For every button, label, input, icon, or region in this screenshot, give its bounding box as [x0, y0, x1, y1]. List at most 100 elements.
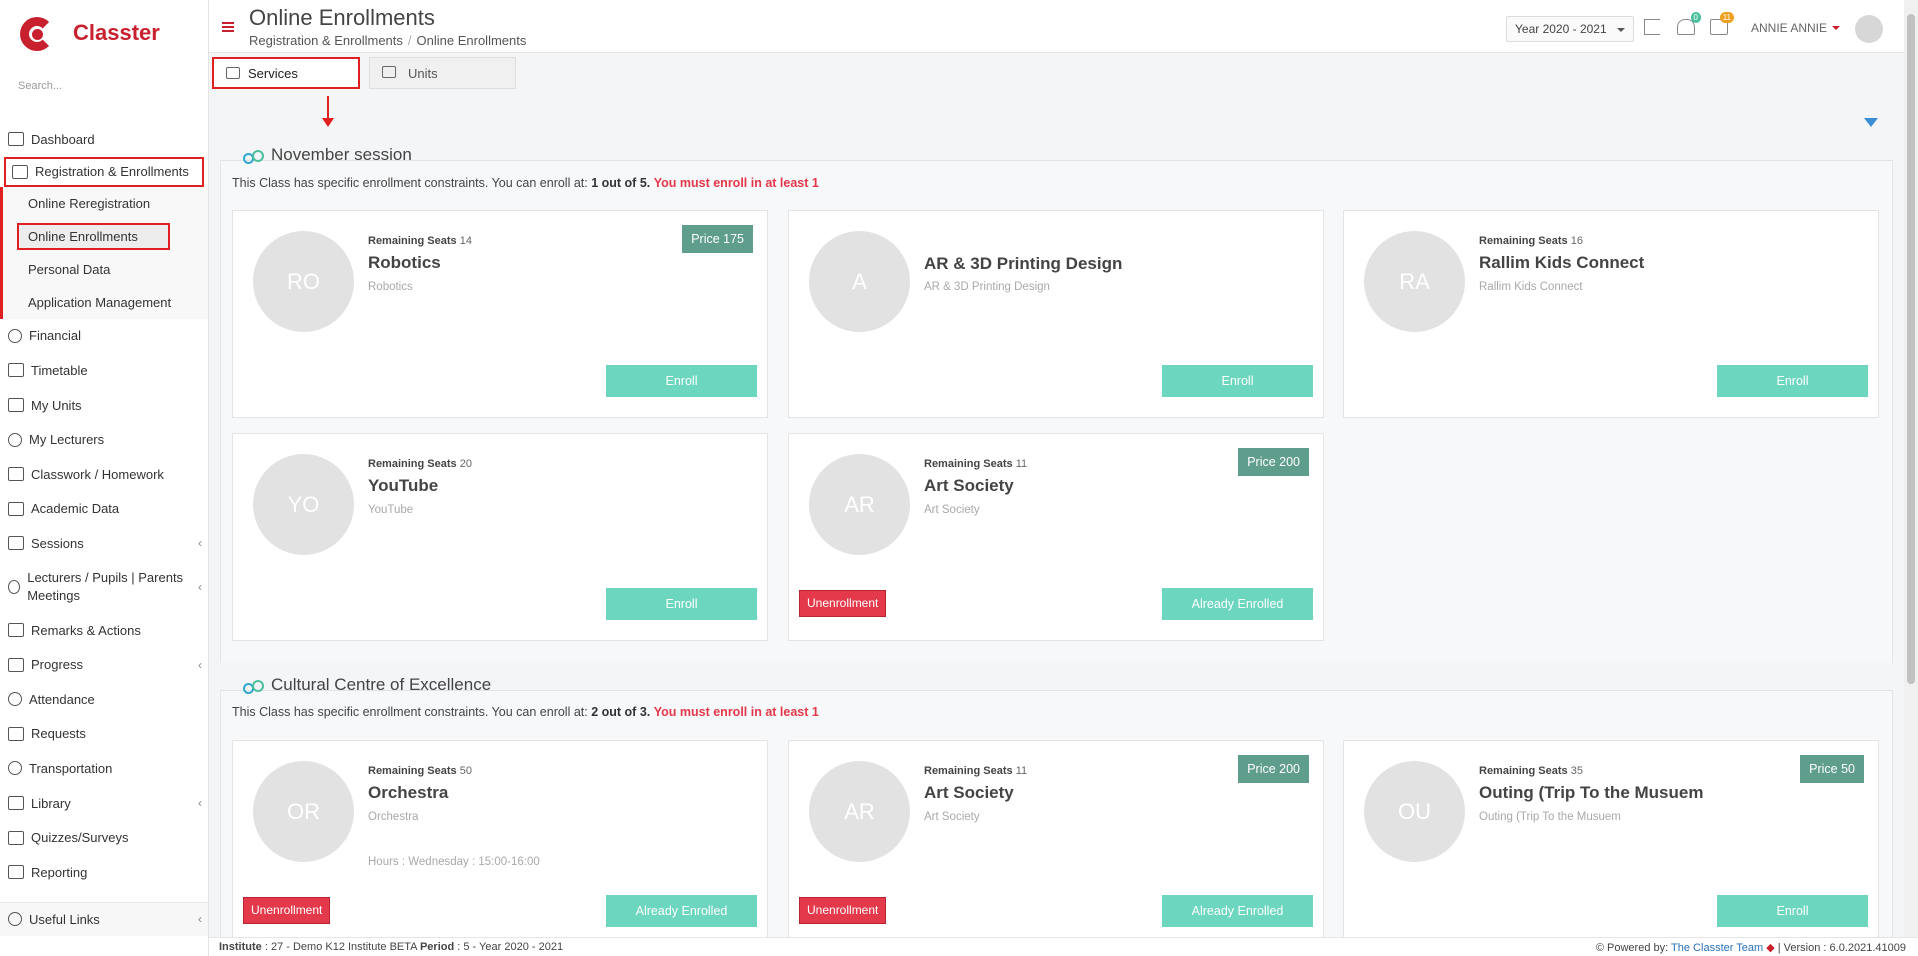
brand[interactable]: Classter: [0, 0, 208, 66]
sidebar-subitem-online-reregistration[interactable]: Online Reregistration: [3, 187, 208, 220]
sidebar-item-attendance[interactable]: Attendance: [0, 682, 208, 717]
already-enrolled-button[interactable]: Already Enrolled: [1162, 588, 1313, 620]
avatar: RA: [1364, 231, 1465, 332]
avatar: AR: [809, 761, 910, 862]
divider: [220, 160, 1893, 161]
sidebar-item-meetings[interactable]: Lecturers / Pupils | Parents Meetings ‹: [0, 561, 208, 613]
user-menu[interactable]: ANNIE ANNIE: [1751, 21, 1840, 35]
enroll-button[interactable]: Enroll: [1717, 365, 1868, 397]
sidebar-item-quizzes[interactable]: Quizzes/Surveys: [0, 820, 208, 855]
sidebar-item-timetable[interactable]: Timetable: [0, 353, 208, 388]
sidebar-item-label: Timetable: [31, 362, 88, 378]
tab-services[interactable]: Services: [212, 57, 360, 89]
search-input[interactable]: Search...: [0, 66, 208, 108]
breadcrumb-item[interactable]: Registration & Enrollments: [249, 33, 403, 48]
already-enrolled-button[interactable]: Already Enrolled: [1162, 895, 1313, 927]
sidebar-subitem-application-management[interactable]: Application Management: [3, 286, 208, 319]
footer: Institute : 27 - Demo K12 Institute BETA…: [209, 937, 1918, 956]
page-title: Online Enrollments: [249, 5, 435, 30]
already-enrolled-button[interactable]: Already Enrolled: [606, 895, 757, 927]
chevron-left-icon: ‹: [198, 912, 202, 926]
page-scrollbar[interactable]: [1904, 0, 1918, 937]
sidebar-item-remarks[interactable]: Remarks & Actions: [0, 613, 208, 648]
institution-icon: [12, 164, 28, 179]
session-title: November session: [271, 145, 412, 164]
sidebar-item-requests[interactable]: Requests: [0, 717, 208, 752]
seats-label: Remaining Seats: [1479, 235, 1568, 247]
chevron-left-icon: ‹: [198, 579, 202, 594]
unenrollment-button[interactable]: Unenrollment: [243, 897, 331, 924]
seats-label: Remaining Seats: [368, 765, 457, 777]
menu-toggle-icon[interactable]: [222, 22, 234, 32]
seats-value: 11: [1015, 765, 1028, 777]
sidebar-item-academic-data[interactable]: Academic Data: [0, 492, 208, 527]
user-clock-icon: [8, 579, 21, 594]
sidebar-item-label: Remarks & Actions: [31, 622, 141, 638]
seats-label: Remaining Seats: [368, 235, 457, 247]
sidebar-item-classwork[interactable]: Classwork / Homework: [0, 457, 208, 492]
scrollbar-thumb[interactable]: [1907, 14, 1915, 684]
sidebar-item-transportation[interactable]: Transportation: [0, 751, 208, 786]
service-subtitle: Outing (Trip To the Musuem: [1479, 811, 1621, 823]
enroll-button[interactable]: Enroll: [1162, 365, 1313, 397]
tab-units[interactable]: Units: [369, 57, 516, 89]
bell-icon[interactable]: 0: [1677, 12, 1701, 35]
sidebar-item-useful-links[interactable]: Useful Links ‹: [0, 902, 208, 936]
unenrollment-button[interactable]: Unenrollment: [799, 590, 887, 617]
constraint-text: This Class has specific enrollment const…: [232, 176, 588, 190]
coins-icon: [8, 328, 22, 343]
library-icon: [8, 796, 24, 811]
breadcrumb-item: Online Enrollments: [416, 33, 527, 48]
services-icon: [226, 67, 240, 79]
footer-credits: © Powered by: The Classter Team ◆ | Vers…: [1596, 941, 1906, 954]
chevron-left-icon: ‹: [198, 536, 202, 551]
graduation-cap-icon: [8, 657, 24, 672]
sidebar-item-library[interactable]: Library ‹: [0, 786, 208, 821]
avatar: RO: [253, 231, 354, 332]
tab-label: Units: [408, 65, 438, 81]
sidebar-submenu: Online Reregistration Online Enrollments…: [0, 186, 208, 319]
unenrollment-button[interactable]: Unenrollment: [799, 897, 887, 924]
chevron-left-icon: ‹: [198, 657, 202, 672]
service-card: AR Remaining Seats 11 Art Society Art So…: [788, 740, 1324, 948]
sidebar-item-my-lecturers[interactable]: My Lecturers: [0, 422, 208, 457]
institute-value: : 27 - Demo K12 Institute BETA: [264, 941, 417, 953]
sidebar-item-registration[interactable]: Registration & Enrollments: [4, 156, 204, 187]
seats-value: 11: [1015, 458, 1028, 470]
service-name: Rallim Kids Connect: [1479, 253, 1645, 272]
price-badge: Price 50: [1800, 755, 1864, 783]
enroll-button[interactable]: Enroll: [606, 365, 757, 397]
sidebar-item-sessions[interactable]: Sessions ‹: [0, 526, 208, 561]
enroll-button[interactable]: Enroll: [1717, 895, 1868, 927]
service-subtitle: Art Society: [924, 811, 980, 823]
user-avatar[interactable]: [1855, 15, 1883, 43]
sidebar-nav: Dashboard Registration & Enrollments Onl…: [0, 108, 208, 890]
flag-icon[interactable]: [1644, 19, 1660, 35]
sidebar-subitem-online-enrollments[interactable]: Online Enrollments: [3, 220, 208, 253]
year-select[interactable]: Year 2020 - 2021: [1506, 16, 1634, 42]
enroll-button[interactable]: Enroll: [606, 588, 757, 620]
sidebar-item-financial[interactable]: Financial: [0, 319, 208, 354]
sidebar-item-progress[interactable]: Progress ‹: [0, 647, 208, 682]
service-card: OR Remaining Seats 50 Orchestra Orchestr…: [232, 740, 768, 948]
enrollment-constraint: This Class has specific enrollment const…: [232, 176, 819, 190]
printer-icon: [8, 865, 24, 880]
id-card-icon: [8, 501, 24, 516]
sidebar-item-dashboard[interactable]: Dashboard: [0, 122, 208, 157]
powered-by-link[interactable]: The Classter Team: [1671, 942, 1763, 954]
envelope-icon[interactable]: 11: [1710, 12, 1734, 35]
sidebar-item-my-units[interactable]: My Units: [0, 388, 208, 423]
sidebar-item-label: Sessions: [31, 535, 84, 551]
service-name: Robotics: [368, 253, 441, 272]
service-card: A AR & 3D Printing Design AR & 3D Printi…: [788, 210, 1324, 418]
remaining-seats: Remaining Seats 50: [368, 765, 472, 777]
shuffle-icon: [8, 623, 24, 638]
sidebar-subitem-personal-data[interactable]: Personal Data: [3, 253, 208, 286]
sidebar-item-reporting[interactable]: Reporting: [0, 855, 208, 890]
messages-badge: 11: [1719, 12, 1734, 23]
sidebar-item-label: Attendance: [29, 691, 95, 707]
classter-logo-icon: [18, 13, 58, 53]
filter-icon[interactable]: [1864, 118, 1878, 127]
laptop-icon: [8, 132, 24, 147]
remaining-seats: Remaining Seats 11: [924, 458, 1027, 470]
